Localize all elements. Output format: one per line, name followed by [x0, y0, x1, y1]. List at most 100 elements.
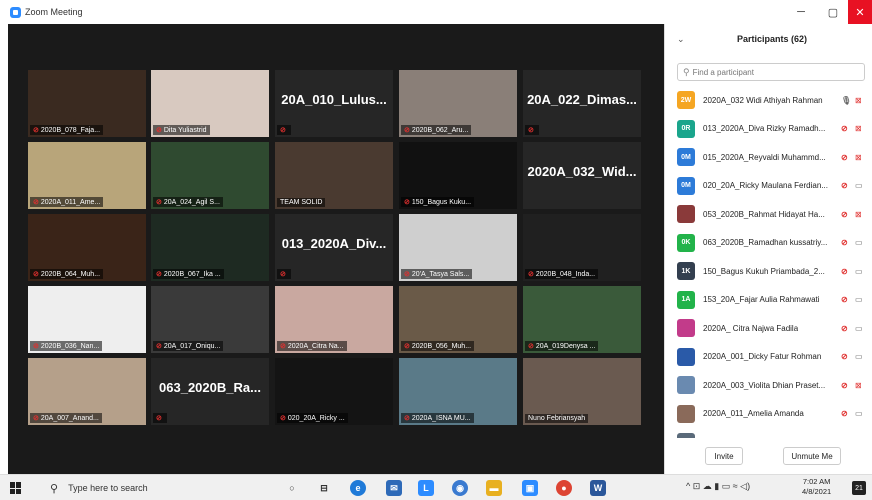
mic-muted-icon: ⊘ [404, 343, 410, 350]
participant-name-tag: ⊘ 2020B_062_Aru... [401, 125, 472, 135]
participant-name: 2020B_056_Muh... [411, 342, 472, 350]
video-tile[interactable]: ⊘ 2020A_Citra Na... [275, 286, 393, 353]
participant-row[interactable]: 0M 015_2020A_Reyvaldi Muhammd... ⊘ ⊠ [665, 143, 872, 172]
camera-icon: ⊠ [855, 209, 862, 219]
participant-name-tag: ⊘ [277, 125, 291, 135]
mic-muted-icon: ⊘ [156, 271, 162, 278]
video-tile[interactable]: ⊘ 2020B_064_Muh... [28, 214, 146, 281]
participant-row[interactable]: 0K 063_2020B_Ramadhan kussatriy... ⊘ ▭ [665, 229, 872, 258]
participant-name: 020_20A_Ricky Maulana Ferdian... [703, 181, 828, 191]
participant-row[interactable]: 0M 020_20A_Ricky Maulana Ferdian... ⊘ ▭ [665, 172, 872, 201]
participant-display-name: 20A_010_Lulus... [281, 92, 387, 107]
participant-row[interactable]: 2020A_012_Bakaat Kesti⊘▭ [665, 428, 872, 438]
mic-muted-icon: ⊘ [841, 181, 848, 191]
invite-button[interactable]: Invite [705, 447, 743, 465]
video-tile[interactable]: ⊘ 2020B_078_Faja... [28, 70, 146, 137]
globe-icon[interactable]: ◉ [452, 480, 468, 496]
title-bar: Zoom Meeting ─ ▢ ✕ [0, 0, 872, 24]
clock[interactable]: 7:02 AM 4/8/2021 [802, 477, 831, 497]
minimize-button[interactable]: ─ [788, 0, 814, 24]
participant-name-tag: ⊘ 2020A_Citra Na... [277, 341, 347, 351]
video-tile[interactable]: ⊘ 20A_007_Anand... [28, 358, 146, 425]
video-tile[interactable]: TEAM SOLID [275, 142, 393, 209]
participant-name: 2020B_048_Inda... [535, 270, 596, 278]
edge-icon[interactable]: e [350, 480, 366, 496]
video-tile[interactable]: 20A_010_Lulus... ⊘ [275, 70, 393, 137]
participant-row[interactable]: 1K 150_Bagus Kukuh Priambada_2... ⊘ ▭ [665, 257, 872, 286]
video-tile[interactable]: ⊘ 020_20A_Ricky ... [275, 358, 393, 425]
taskbar: ⚲ Type here to search ○ ⊟ e ✉ L ◉ ▬ ▣ ● … [0, 474, 872, 500]
unmute-me-button[interactable]: Unmute Me [783, 447, 841, 465]
camera-icon: ▭ [855, 266, 863, 276]
chrome-icon[interactable]: ● [556, 480, 572, 496]
participant-name: 150_Bagus Kukuh Priambada_2... [703, 266, 825, 276]
participant-row[interactable]: 1A 153_20A_Fajar Aulia Rahmawati ⊘ ▭ [665, 286, 872, 315]
video-tile[interactable]: 2020A_032_Wid... [523, 142, 641, 209]
participant-search[interactable]: ⚲ [677, 63, 865, 81]
mic-muted-icon: ⊘ [841, 266, 848, 276]
participant-name: 2020A_001_Dicky Fatur Rohman [703, 352, 822, 362]
video-tile[interactable]: ⊘ 2020A_ISNA MU... [399, 358, 517, 425]
video-tile[interactable]: ⊘ 20A_024_Agil S... [151, 142, 269, 209]
zoom-taskbar-icon[interactable]: ▣ [522, 480, 538, 496]
video-tile[interactable]: ⊘ 2020B_067_Ika ... [151, 214, 269, 281]
participant-name: 2020B_078_Faja... [40, 126, 101, 134]
video-tile[interactable]: ⊘ 2020B_048_Inda... [523, 214, 641, 281]
windows-start-icon[interactable] [10, 482, 22, 494]
participant-name-tag: ⊘ 20A_019Denysa ... [525, 341, 599, 351]
mic-muted-icon: ⊘ [841, 124, 848, 134]
avatar: 0R [677, 119, 695, 138]
notification-center-icon[interactable]: 21 [852, 481, 866, 495]
participant-row[interactable]: 2020A_003_Violita Dhian Praset... ⊘ ⊠ [665, 371, 872, 400]
close-button[interactable]: ✕ [848, 0, 872, 24]
maximize-button[interactable]: ▢ [820, 0, 846, 24]
word-icon[interactable]: W [590, 480, 606, 496]
participant-row[interactable]: 053_2020B_Rahmat Hidayat Ha... ⊘ ⊠ [665, 200, 872, 229]
widgets-icon[interactable]: ⊟ [316, 480, 332, 496]
avatar: 1K [677, 262, 695, 281]
video-tile[interactable]: ⊘ Dita Yuliastrid [151, 70, 269, 137]
participant-name-tag: ⊘ 2020A_ISNA MU... [401, 413, 474, 423]
video-tile[interactable]: ⊘ 150_Bagus Kuku... [399, 142, 517, 209]
video-tile[interactable]: ⊘ 20'A_Tasya Sals... [399, 214, 517, 281]
participant-name: 2020B_064_Muh... [40, 270, 101, 278]
taskbar-search[interactable]: ⚲ Type here to search [44, 477, 268, 499]
search-input[interactable] [692, 67, 853, 77]
chevron-down-icon[interactable]: ⌄ [677, 34, 685, 45]
participant-name: 2020B_036_Nan... [40, 342, 100, 350]
video-tile[interactable]: ⊘ 2020A_011_Ame... [28, 142, 146, 209]
participant-name: 20A_024_Agil S... [163, 198, 220, 206]
participant-row[interactable]: 0R 013_2020A_Diva Rizky Ramadh... ⊘ ⊠ [665, 115, 872, 144]
video-tile[interactable]: ⊘ 20A_019Denysa ... [523, 286, 641, 353]
video-tile[interactable]: ⊘ 2020B_056_Muh... [399, 286, 517, 353]
file-explorer-icon[interactable]: ▬ [486, 480, 502, 496]
video-tile[interactable]: 013_2020A_Div... ⊘ [275, 214, 393, 281]
lync-icon[interactable]: L [418, 480, 434, 496]
video-tile[interactable]: ⊘ 2020B_062_Aru... [399, 70, 517, 137]
avatar [677, 404, 695, 423]
mic-muted-icon: ⊘ [841, 380, 848, 390]
participant-display-name: 063_2020B_Ra... [159, 380, 261, 395]
participant-name-tag: ⊘ 2020B_078_Faja... [30, 125, 104, 135]
video-tile[interactable]: 063_2020B_Ra... ⊘ [151, 358, 269, 425]
system-tray[interactable]: ^ ⊡ ☁ ▮ ▭ ≈ ◁) [686, 481, 750, 492]
video-tile[interactable]: ⊘ 2020B_036_Nan... [28, 286, 146, 353]
participant-display-name: 20A_022_Dimas... [527, 92, 637, 107]
video-tile[interactable]: ⊘ 20A_017_Oniqu... [151, 286, 269, 353]
participant-name: 015_2020A_Reyvaldi Muhammd... [703, 152, 826, 162]
participant-name: 20A_007_Anand... [40, 414, 99, 422]
mic-muted-icon: ⊘ [528, 127, 534, 134]
participant-row[interactable]: 2020A_ Citra Najwa Fadila ⊘ ▭ [665, 314, 872, 343]
participant-row[interactable]: 2020A_001_Dicky Fatur Rohman ⊘ ▭ [665, 343, 872, 372]
participant-name-tag: ⊘ 2020B_036_Nan... [30, 341, 103, 351]
mic-muted-icon: ⊘ [33, 271, 39, 278]
task-view-icon[interactable]: ○ [284, 480, 300, 496]
participant-name-tag: ⊘ 20A_017_Oniqu... [153, 341, 224, 351]
mail-icon[interactable]: ✉ [386, 480, 402, 496]
video-tile[interactable]: Nuno Febriansyah [523, 358, 641, 425]
participant-row[interactable]: 2020A_011_Amelia Amanda ⊘ ▭ [665, 400, 872, 429]
participant-row[interactable]: 2W 2020A_032 Widi Athiyah Rahman 🎙 ⊠ [665, 86, 872, 115]
mic-muted-icon: ⊘ [156, 127, 162, 134]
camera-icon: ⊠ [855, 124, 862, 134]
video-tile[interactable]: 20A_022_Dimas... ⊘ [523, 70, 641, 137]
